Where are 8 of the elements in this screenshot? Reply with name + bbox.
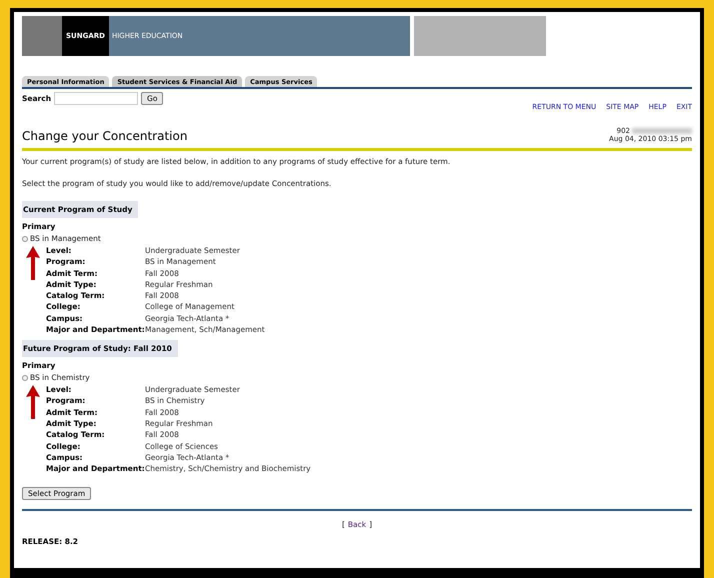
- photo-placeholder: [22, 16, 62, 56]
- radio-button[interactable]: [22, 236, 28, 242]
- radio-button[interactable]: [22, 374, 28, 381]
- page-title: Change your Concentration: [22, 129, 188, 143]
- arrow-icon: [26, 246, 40, 280]
- redacted-name: [632, 128, 692, 134]
- search-field[interactable]: [54, 92, 138, 105]
- arrow-icon: [26, 385, 40, 420]
